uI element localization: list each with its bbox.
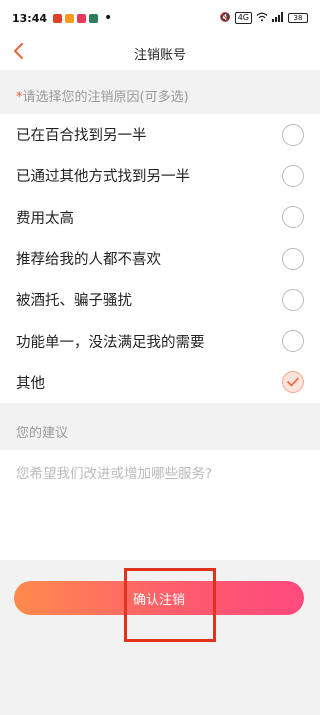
checkbox-checked[interactable]	[282, 371, 304, 394]
reason-hint-text: 请选择您的注销原因(可多选)	[22, 90, 189, 105]
reason-label: 其他	[16, 375, 45, 392]
checkbox-unchecked[interactable]	[282, 164, 304, 187]
reason-option[interactable]: 费用太高	[0, 197, 320, 238]
notif-app-3-icon	[77, 13, 87, 23]
reason-label: 费用太高	[16, 210, 74, 227]
notif-app-4-icon	[89, 13, 99, 23]
reason-hint: *请选择您的注销原因(可多选)	[16, 86, 189, 105]
reason-option[interactable]: 功能单一，没法满足我的需要	[0, 320, 320, 361]
notif-app-2-icon	[65, 13, 75, 23]
checkbox-unchecked[interactable]	[282, 330, 304, 353]
confirm-button-label: 确认注销	[132, 592, 185, 608]
status-right: 🔇 4G 38	[219, 11, 308, 25]
wifi-icon	[256, 12, 268, 25]
checkbox-unchecked[interactable]	[282, 206, 304, 229]
status-dot: •	[104, 10, 113, 26]
reason-option[interactable]: 其他	[0, 362, 320, 403]
suggestion-input[interactable]	[16, 462, 304, 548]
status-bar: 13:44 • 🔇 4G 38	[0, 0, 320, 36]
reason-label: 推荐给我的人都不喜欢	[16, 252, 161, 269]
reason-option[interactable]: 推荐给我的人都不喜欢	[0, 238, 320, 279]
reason-list: 已在百合找到另一半已通过其他方式找到另一半 费用太高推荐给我的人都不喜欢 被酒托、骗…	[0, 114, 320, 404]
status-time: 13:44	[12, 11, 48, 25]
notification-icons	[53, 13, 99, 23]
status-left: 13:44 •	[12, 10, 113, 26]
notif-app-1-icon	[53, 13, 63, 23]
checkbox-unchecked[interactable]	[282, 288, 304, 311]
reason-label: 被酒托、骗子骚扰	[16, 293, 132, 310]
checkbox-unchecked[interactable]	[282, 123, 304, 146]
battery-icon: 38	[288, 13, 308, 23]
reason-label: 已通过其他方式找到另一半	[16, 169, 190, 186]
signal-icon	[272, 11, 284, 25]
reason-option[interactable]: 已在百合找到另一半	[0, 114, 320, 155]
chevron-left-icon	[12, 43, 24, 63]
reason-option[interactable]: 被酒托、骗子骚扰	[0, 279, 320, 320]
back-button[interactable]	[8, 43, 28, 63]
mute-icon: 🔇	[219, 13, 231, 23]
suggestion-box	[0, 450, 320, 560]
suggestion-label: 您的建议	[16, 426, 69, 441]
nav-bar: 注销账号	[0, 36, 320, 70]
page-title: 注销账号	[133, 47, 186, 63]
reason-label: 已在百合找到另一半	[16, 128, 147, 145]
check-icon	[287, 378, 299, 387]
confirm-cancel-account-button[interactable]: 确认注销	[14, 581, 304, 615]
reason-label: 功能单一，没法满足我的需要	[16, 334, 205, 351]
checkbox-unchecked[interactable]	[282, 247, 304, 270]
network-icon: 4G	[234, 12, 252, 24]
reason-option[interactable]: 已通过其他方式找到另一半	[0, 155, 320, 196]
